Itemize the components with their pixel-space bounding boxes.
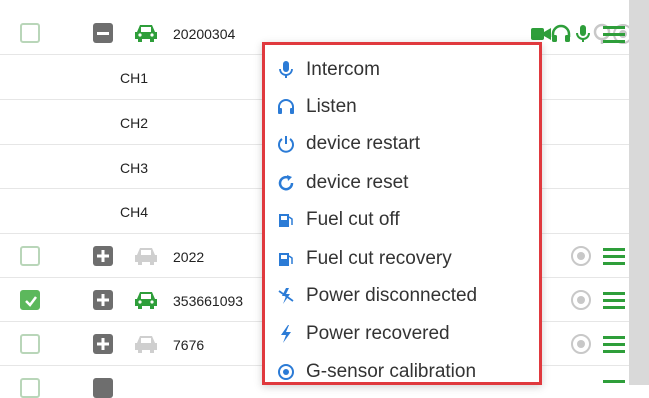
expand-icon[interactable] xyxy=(93,334,113,354)
device-id: 7676 xyxy=(173,337,205,353)
menu-icon[interactable] xyxy=(603,334,625,354)
menu-item-label: Fuel cut off xyxy=(306,209,400,230)
row-checkbox[interactable] xyxy=(20,246,40,266)
menu-item-label: G-sensor calibration xyxy=(306,361,477,382)
menu-item-device-reset[interactable]: device reset xyxy=(275,168,537,198)
expand-icon[interactable] xyxy=(93,290,113,310)
menu-icon[interactable] xyxy=(603,246,625,266)
row-checkbox[interactable] xyxy=(20,334,40,354)
menu-item-listen[interactable]: Listen xyxy=(275,92,537,122)
device-id: 20200304 xyxy=(173,26,236,42)
device-id: 353661093 xyxy=(173,293,244,309)
microphone-icon[interactable] xyxy=(574,23,592,45)
menu-item-fuel-cut-off[interactable]: Fuel cut off xyxy=(275,205,537,235)
refresh-icon xyxy=(275,172,297,194)
channel-label: CH2 xyxy=(120,115,149,131)
menu-item-fuel-cut-recovery[interactable]: Fuel cut recovery xyxy=(275,244,537,274)
menu-item-label: device reset xyxy=(306,172,409,193)
menu-item-label: Fuel cut recovery xyxy=(306,248,452,269)
menu-item-power-disconnected[interactable]: Power disconnected xyxy=(275,281,537,311)
row-checkbox[interactable] xyxy=(20,290,40,310)
context-menu: Intercom Listen device restart device re… xyxy=(262,42,542,385)
menu-icon[interactable] xyxy=(603,24,625,44)
target-icon[interactable] xyxy=(570,333,592,355)
fuel-recovery-icon xyxy=(275,248,297,270)
menu-item-intercom[interactable]: Intercom xyxy=(275,55,537,85)
car-icon xyxy=(135,336,157,353)
microphone-icon xyxy=(275,59,297,81)
scrollbar[interactable] xyxy=(629,0,649,385)
car-icon xyxy=(135,25,157,42)
target-icon[interactable] xyxy=(570,289,592,311)
menu-item-label: device restart xyxy=(306,133,421,154)
row-checkbox[interactable] xyxy=(20,378,40,398)
car-icon xyxy=(135,292,157,309)
menu-item-label: Intercom xyxy=(306,59,380,80)
channel-label: CH1 xyxy=(120,70,149,86)
headphones-icon[interactable] xyxy=(550,23,572,45)
menu-item-label: Listen xyxy=(306,96,357,117)
headphones-icon xyxy=(275,96,297,118)
channel-label: CH4 xyxy=(120,204,149,220)
menu-item-g-sensor-calibration[interactable]: G-sensor calibration xyxy=(275,357,537,387)
device-id: 2022 xyxy=(173,249,205,265)
car-icon xyxy=(135,248,157,265)
menu-item-power-recovered[interactable]: Power recovered xyxy=(275,319,537,349)
channel-label: CH3 xyxy=(120,160,149,176)
menu-item-device-restart[interactable]: device restart xyxy=(275,129,537,159)
expand-icon[interactable] xyxy=(93,378,113,398)
check-icon xyxy=(25,296,37,307)
menu-icon[interactable] xyxy=(603,290,625,310)
video-icon[interactable] xyxy=(530,24,552,44)
menu-item-label: Power recovered xyxy=(306,323,450,344)
sensor-icon xyxy=(275,361,297,383)
power-icon xyxy=(275,133,297,155)
power-disconnected-icon xyxy=(275,285,297,307)
expand-icon[interactable] xyxy=(93,246,113,266)
fuel-icon xyxy=(275,209,297,231)
row-checkbox[interactable] xyxy=(20,23,40,43)
menu-icon[interactable] xyxy=(603,378,625,398)
target-icon[interactable] xyxy=(570,245,592,267)
lightning-icon xyxy=(275,323,297,345)
collapse-icon[interactable] xyxy=(93,23,113,43)
menu-item-label: Power disconnected xyxy=(306,285,478,306)
